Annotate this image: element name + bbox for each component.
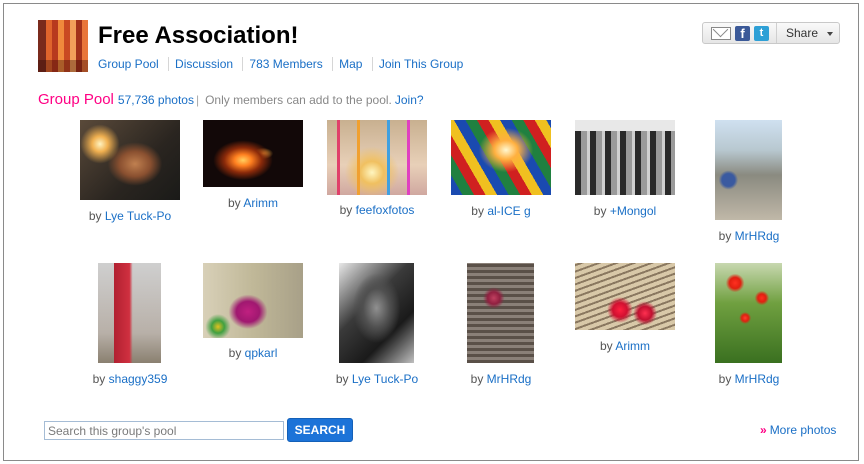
photo-caption-5: by +Mongol <box>563 204 687 218</box>
double-chevron-right-icon: » <box>760 423 767 437</box>
photo-author-link[interactable]: qpkarl <box>245 346 278 360</box>
pool-search-input[interactable] <box>44 421 284 440</box>
caption-by: by <box>599 339 613 353</box>
share-button[interactable]: Share <box>786 26 818 40</box>
pool-heading[interactable]: Group Pool <box>38 91 114 108</box>
photo-author-link[interactable]: shaggy359 <box>109 372 168 386</box>
share-widget: f t Share <box>702 22 840 44</box>
photo-author-link[interactable]: Lye Tuck-Po <box>352 372 418 386</box>
facebook-icon[interactable]: f <box>735 26 750 41</box>
photo-caption-12: by MrHRdg <box>687 372 811 386</box>
pool-photo-2[interactable] <box>203 120 303 187</box>
pool-note: Only members can add to the pool. <box>205 93 392 107</box>
photo-author-link[interactable]: MrHRdg <box>487 372 532 386</box>
caption-by: by <box>593 204 607 218</box>
caption-by: by <box>718 372 732 386</box>
photo-caption-2: by Arimm <box>191 196 315 210</box>
group-avatar-icon[interactable] <box>38 20 88 72</box>
more-photos-label[interactable]: More photos <box>770 423 837 437</box>
pool-photo-6[interactable] <box>715 120 782 220</box>
pool-photo-3[interactable] <box>327 120 427 195</box>
chevron-down-icon[interactable] <box>827 32 833 36</box>
pool-photo-4[interactable] <box>451 120 551 195</box>
group-subnav: Group Pool Discussion 783 Members Map Jo… <box>98 57 469 71</box>
pool-photo-7[interactable] <box>98 263 161 363</box>
search-button[interactable]: SEARCH <box>287 418 353 442</box>
pool-photo-count[interactable]: 57,736 photos <box>118 93 194 107</box>
subnav-join-group[interactable]: Join This Group <box>371 57 470 71</box>
photo-author-link[interactable]: Arimm <box>243 196 278 210</box>
caption-by: by <box>335 372 349 386</box>
caption-by: by <box>227 196 241 210</box>
group-title: Free Association! <box>98 22 299 49</box>
pool-photo-12[interactable] <box>715 263 782 363</box>
photo-caption-6: by MrHRdg <box>687 229 811 243</box>
photo-caption-9: by Lye Tuck-Po <box>315 372 439 386</box>
pool-header: Group Pool 57,736 photos | Only members can… <box>38 91 424 109</box>
caption-by: by <box>228 346 242 360</box>
subnav-members[interactable]: 783 Members <box>242 57 328 71</box>
pool-photo-9[interactable] <box>339 263 414 363</box>
pool-photo-8[interactable] <box>203 263 303 338</box>
pool-photo-5[interactable] <box>575 120 675 195</box>
caption-by: by <box>471 204 484 218</box>
twitter-icon[interactable]: t <box>754 26 769 41</box>
photo-caption-7: by shaggy359 <box>68 372 192 386</box>
caption-by: by <box>470 372 484 386</box>
subnav-map[interactable]: Map <box>332 57 368 71</box>
pool-photo-1[interactable] <box>80 120 180 200</box>
photo-author-link[interactable]: MrHRdg <box>735 229 780 243</box>
photo-author-link[interactable]: feefoxfotos <box>356 203 415 217</box>
subnav-group-pool[interactable]: Group Pool <box>98 57 165 71</box>
photo-caption-11: by Arimm <box>563 339 687 353</box>
photo-author-link[interactable]: Lye Tuck-Po <box>105 209 171 223</box>
photo-caption-4: by al-ICE g <box>439 204 563 218</box>
pool-separator: | <box>195 93 200 107</box>
pool-photo-11[interactable] <box>575 263 675 330</box>
pool-join-link[interactable]: Join? <box>395 93 424 107</box>
caption-by: by <box>339 203 353 217</box>
photo-author-link[interactable]: MrHRdg <box>735 372 780 386</box>
photo-author-link[interactable]: al-ICE g <box>487 204 530 218</box>
photo-author-link[interactable]: Arimm <box>615 339 650 353</box>
caption-by: by <box>92 372 106 386</box>
pool-photo-10[interactable] <box>467 263 534 363</box>
photo-caption-10: by MrHRdg <box>439 372 563 386</box>
caption-by: by <box>718 229 732 243</box>
photo-caption-8: by qpkarl <box>191 346 315 360</box>
share-divider <box>776 23 777 43</box>
subnav-discussion[interactable]: Discussion <box>168 57 239 71</box>
email-icon[interactable] <box>711 27 731 40</box>
photo-caption-3: by feefoxfotos <box>315 203 439 217</box>
photo-caption-1: by Lye Tuck-Po <box>68 209 192 223</box>
photo-author-link[interactable]: +Mongol <box>610 204 656 218</box>
more-photos-link[interactable]: » More photos <box>760 423 836 437</box>
caption-by: by <box>88 209 102 223</box>
